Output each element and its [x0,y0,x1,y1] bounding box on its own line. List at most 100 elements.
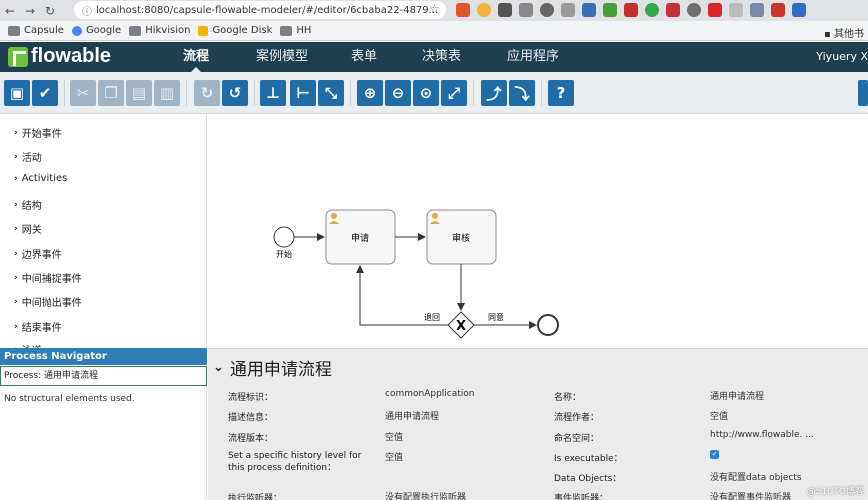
paste-button[interactable]: ▤ [126,80,152,106]
extension-icon[interactable] [498,3,512,17]
back-icon[interactable]: ← [0,4,20,18]
extension-icon[interactable] [666,3,680,17]
bookmark-star-icon[interactable]: ☆ [429,2,440,16]
extension-icon[interactable] [750,3,764,17]
save-icon: ▣ [9,84,25,102]
align-horizontal-icon: ⊢ [296,84,310,102]
prop-label-is-executable: Is executable： [554,454,623,464]
extension-icon[interactable] [540,3,554,17]
close-editor-button[interactable] [858,80,868,106]
palette-group-catching-events[interactable]: › 中间捕捉事件 [14,270,82,286]
extension-icon[interactable] [477,3,491,17]
prop-label-author: 流程作者： [554,413,600,423]
extension-icon[interactable] [792,3,806,17]
bookmark-hh[interactable]: HH [280,25,311,36]
palette-group-start-events[interactable]: › 开始事件 [14,125,62,141]
extension-icon[interactable] [561,3,575,17]
validate-button[interactable]: ✔ [32,80,58,106]
process-navigator-process[interactable]: Process: 通用申请流程 [0,366,207,386]
watermark: @51CTO博客 [806,487,864,497]
align-horizontal-button[interactable]: ⊢ [290,80,316,106]
address-bar[interactable]: ⓘ localhost:8080/capsule-flowable-modele… [74,1,446,19]
prop-value-execution-listeners[interactable]: 没有配置执行监听器 [385,490,466,500]
folder-icon [8,25,20,36]
delete-button[interactable]: ▥ [154,80,180,106]
zoom-in-button[interactable]: ⊕ [357,80,383,106]
undo-button[interactable]: ↺ [222,80,248,106]
zoom-out-button[interactable]: ⊖ [385,80,411,106]
prop-value-name[interactable]: 通用申请流程 [710,389,764,402]
menu-apps[interactable]: 应用程序 [507,42,559,72]
cut-button[interactable]: ✂ [70,80,96,106]
menu-decision-tables[interactable]: 决策表 [422,42,461,72]
save-button[interactable]: ▣ [4,80,30,106]
end-event[interactable] [537,314,559,336]
palette-group-activities[interactable]: › Activities [14,173,67,184]
extension-icon[interactable] [456,3,470,17]
help-button[interactable]: ? [548,80,574,106]
palette-group-boundary-events[interactable]: › 边界事件 [14,246,62,262]
forward-icon[interactable]: → [20,4,40,18]
prop-value-description[interactable]: 通用申请流程 [385,409,439,422]
properties-header[interactable]: ⌄ 通用申请流程 [213,355,332,380]
bookmark-google[interactable]: Google [71,25,121,36]
same-size-icon: ⤡ [324,84,337,102]
process-navigator-title[interactable]: Process Navigator [0,348,207,365]
palette-group-throwing-events[interactable]: › 中间抛出事件 [14,294,82,310]
redo-button[interactable]: ↻ [194,80,220,106]
extension-icon[interactable] [729,3,743,17]
menu-process[interactable]: 流程 [183,42,209,73]
task-review-label: 审核 [452,232,470,244]
extension-icon[interactable] [687,3,701,17]
chevron-right-icon: › [14,151,18,162]
prop-value-namespace[interactable]: http://www.flowable. ... [710,430,814,440]
chevron-right-icon: › [14,173,18,184]
is-executable-checkbox[interactable]: ✓ [710,450,719,459]
copy-button[interactable]: ❐ [98,80,124,106]
other-bookmarks[interactable]: ▪ 其他书 [824,25,864,40]
menu-forms[interactable]: 表单 [351,42,377,72]
start-event[interactable] [273,226,295,248]
flowable-logo[interactable]: flowable [8,45,111,68]
chevron-right-icon: › [14,296,18,307]
reload-icon[interactable]: ↻ [40,4,60,18]
bookmark-hikvision[interactable]: Hikvision [129,25,190,36]
bend-add-button[interactable]: ⤴ [481,80,507,106]
extension-icon[interactable] [708,3,722,17]
prop-value-event-listeners[interactable]: 没有配置事件监听器 [710,490,791,500]
prop-value-history-level[interactable]: 空值 [385,450,403,463]
extension-icon[interactable] [582,3,596,17]
palette-group-activities-cn[interactable]: › 活动 [14,149,42,165]
palette-group-gateways[interactable]: › 网关 [14,221,42,237]
same-size-button[interactable]: ⤡ [318,80,344,106]
prop-label-description: 描述信息： [228,413,274,423]
bookmark-capsule[interactable]: Capsule [8,25,64,36]
extension-icon[interactable] [519,3,533,17]
prop-label-version: 流程版本： [228,434,274,444]
prop-label-name: 名称： [554,393,582,403]
prop-value-process-id[interactable]: commonApplication [385,389,475,399]
palette-group-structural[interactable]: › 结构 [14,197,42,213]
zoom-actual-button[interactable]: ⊙ [413,80,439,106]
zoom-fit-button[interactable]: ⤢ [441,80,467,106]
prop-value-author[interactable]: 空值 [710,409,728,422]
user-menu[interactable]: Yiyuery X [816,42,868,72]
bookmark-google-disk[interactable]: Google Disk [198,25,272,36]
chevron-right-icon: › [14,321,18,332]
prop-value-data-objects[interactable]: 没有配置data objects [710,470,802,483]
extension-icon[interactable] [645,3,659,17]
trash-icon: ▥ [159,84,175,102]
bend-remove-button[interactable]: ⤵ [509,80,535,106]
browser-toolbar: ← → ↻ ⓘ localhost:8080/capsule-flowable-… [0,0,868,21]
prop-value-version[interactable]: 空值 [385,430,403,443]
menu-case-model[interactable]: 案例模型 [256,42,308,72]
extension-icon[interactable] [771,3,785,17]
align-vertical-button[interactable]: ⊥ [260,80,286,106]
extension-icon[interactable] [603,3,617,17]
properties-panel: ⌄ 通用申请流程 流程标识： commonApplication 描述信息： 通… [208,348,868,500]
prop-label-history-level: Set a specific history level for this pr… [228,451,362,473]
info-icon: ⓘ [82,6,92,18]
diagram-canvas[interactable]: 开始 申请 审核 X 同意 退回 [208,114,868,348]
extension-icon[interactable] [624,3,638,17]
palette-group-end-events[interactable]: › 结束事件 [14,319,62,335]
